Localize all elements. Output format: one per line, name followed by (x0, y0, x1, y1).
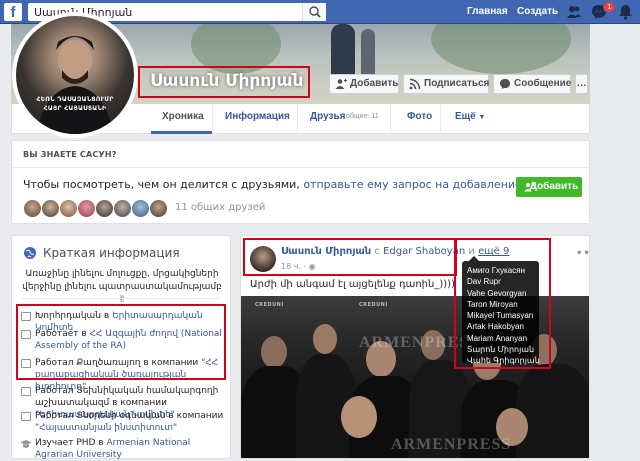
mutual-friend-avatar[interactable] (95, 199, 114, 218)
divider (558, 6, 559, 18)
follow-label: Подписаться (424, 78, 490, 89)
avatar-caption-line: ՀԵՌՆ ԴԱՍԱԶԱՆՑՈՒՄՐ (36, 96, 114, 103)
follow-button[interactable]: Подписаться (403, 74, 489, 94)
mutual-friend-avatar[interactable] (149, 199, 168, 218)
crowd-figure (341, 396, 377, 438)
add-friend-label: Добавить (350, 78, 399, 89)
tab-friends[interactable]: Друзья (310, 111, 345, 122)
graduation-cap-icon (20, 440, 32, 448)
mutual-friend-avatar[interactable] (77, 199, 96, 218)
message-button[interactable]: Сообщение (493, 74, 571, 94)
caret-down-icon: ▼ (478, 114, 486, 121)
divider (509, 6, 510, 18)
briefcase-icon (21, 387, 31, 396)
post-options-button[interactable]: ••• (576, 248, 589, 259)
rss-icon (409, 78, 421, 90)
profile-picture[interactable]: ՀԵՌՆ ԴԱՍԱԶԱՆՑՈՒՄՐ ՀԱՅՐ ՀԱՅԱՍՏԱՆԻ (12, 12, 138, 138)
work-item-text: Работал Տեխնիկական համակարգողի աշխատակազ… (35, 386, 219, 408)
highlight-box (16, 304, 226, 380)
divider (212, 104, 213, 134)
highlight-box (454, 238, 551, 369)
add-friend-prompt: Чтобы посмотреть, чем он делится с друзь… (23, 178, 579, 191)
friends-icon[interactable] (566, 4, 582, 20)
briefcase-icon (21, 412, 31, 421)
do-you-know-card: ВЫ ЗНАЕТЕ САСУН? Чтобы посмотреть, чем о… (11, 140, 590, 224)
globe-icon (24, 247, 36, 259)
photo-watermark: ARMENPRESS (391, 436, 512, 453)
divider (390, 104, 391, 134)
mutual-friend-avatar[interactable] (113, 199, 132, 218)
crowd-figure (313, 324, 337, 354)
cover-figure (361, 29, 375, 79)
tab-more[interactable]: Ещё ▼ (455, 111, 485, 122)
notification-badge: 1 (603, 1, 616, 13)
messenger-icon (500, 79, 510, 89)
search-icon (309, 6, 321, 18)
add-friend-green-label: Добавить (529, 181, 579, 192)
card-title: ВЫ ЗНАЕТЕ САСУН? (23, 150, 117, 159)
cover-foliage (431, 24, 571, 74)
add-friend-green-button[interactable]: Добавить (516, 177, 582, 197)
education-item-text: Изучает PHD в (35, 438, 107, 448)
avatar-caption-line: ՀԱՅՐ ՀԱՅԱՍՏԱՆԻ (43, 105, 107, 112)
intro-bio: Առաջինը լինելու մոլուցքը, մրցակիցների վե… (22, 269, 222, 305)
search-button[interactable] (302, 3, 326, 21)
tab-timeline[interactable]: Хроника (162, 111, 204, 122)
highlight-box (243, 238, 457, 276)
mutual-friend-avatar[interactable] (131, 199, 150, 218)
bell-icon[interactable] (618, 4, 633, 20)
mutual-friend-avatar[interactable] (59, 199, 78, 218)
crowd-figure (261, 336, 287, 368)
prompt-text: Чтобы посмотреть, чем он делится с друзь… (23, 178, 304, 191)
message-label: Сообщение (514, 78, 572, 89)
divider (12, 167, 589, 168)
create-link[interactable]: Создать (517, 6, 558, 17)
mutual-friend-avatar[interactable] (23, 199, 42, 218)
intro-title: Краткая информация (43, 246, 180, 260)
banner-text: CREDUNI (359, 302, 388, 308)
work-item: Работал Տնօրենի օգնական в компании "Հայա… (35, 410, 225, 434)
tab-friends-common-count: общие: 11 (346, 113, 379, 120)
crowd-figure (516, 364, 589, 458)
mutual-friend-avatar[interactable] (41, 199, 60, 218)
avatar-image: ՀԵՌՆ ԴԱՍԱԶԱՆՑՈՒՄՐ ՀԱՅՐ ՀԱՅԱՍՏԱՆԻ (16, 16, 134, 134)
tab-about[interactable]: Информация (225, 111, 290, 122)
education-item: Изучает PHD в Armenian National Agrarian… (35, 437, 225, 461)
post-text: Արժի մի անգամ էլ այցելենք դաոին_)))) (250, 279, 455, 290)
work-item-text: Работал Տնօրենի օգնական в компании (35, 411, 224, 421)
more-dots-icon: … (576, 78, 587, 89)
tab-more-label: Ещё (455, 111, 476, 122)
divider (440, 104, 441, 134)
work-item-link[interactable]: "Հայաստանյան ինստիտուտ" (35, 423, 177, 433)
banner-text: CREDUNI (255, 302, 284, 308)
more-options-button[interactable]: … (575, 74, 588, 94)
mutual-friends-count[interactable]: 11 общих друзей (175, 202, 265, 213)
home-link[interactable]: Главная (467, 6, 508, 17)
tab-photos[interactable]: Фото (407, 111, 432, 122)
divider (22, 298, 220, 299)
divider (297, 104, 298, 134)
add-friend-icon (335, 79, 347, 89)
person-silhouette (36, 36, 114, 134)
add-friend-icon (524, 183, 535, 192)
add-friend-button[interactable]: Добавить (329, 74, 399, 94)
active-tab-indicator (151, 131, 212, 134)
highlight-box (138, 66, 310, 98)
